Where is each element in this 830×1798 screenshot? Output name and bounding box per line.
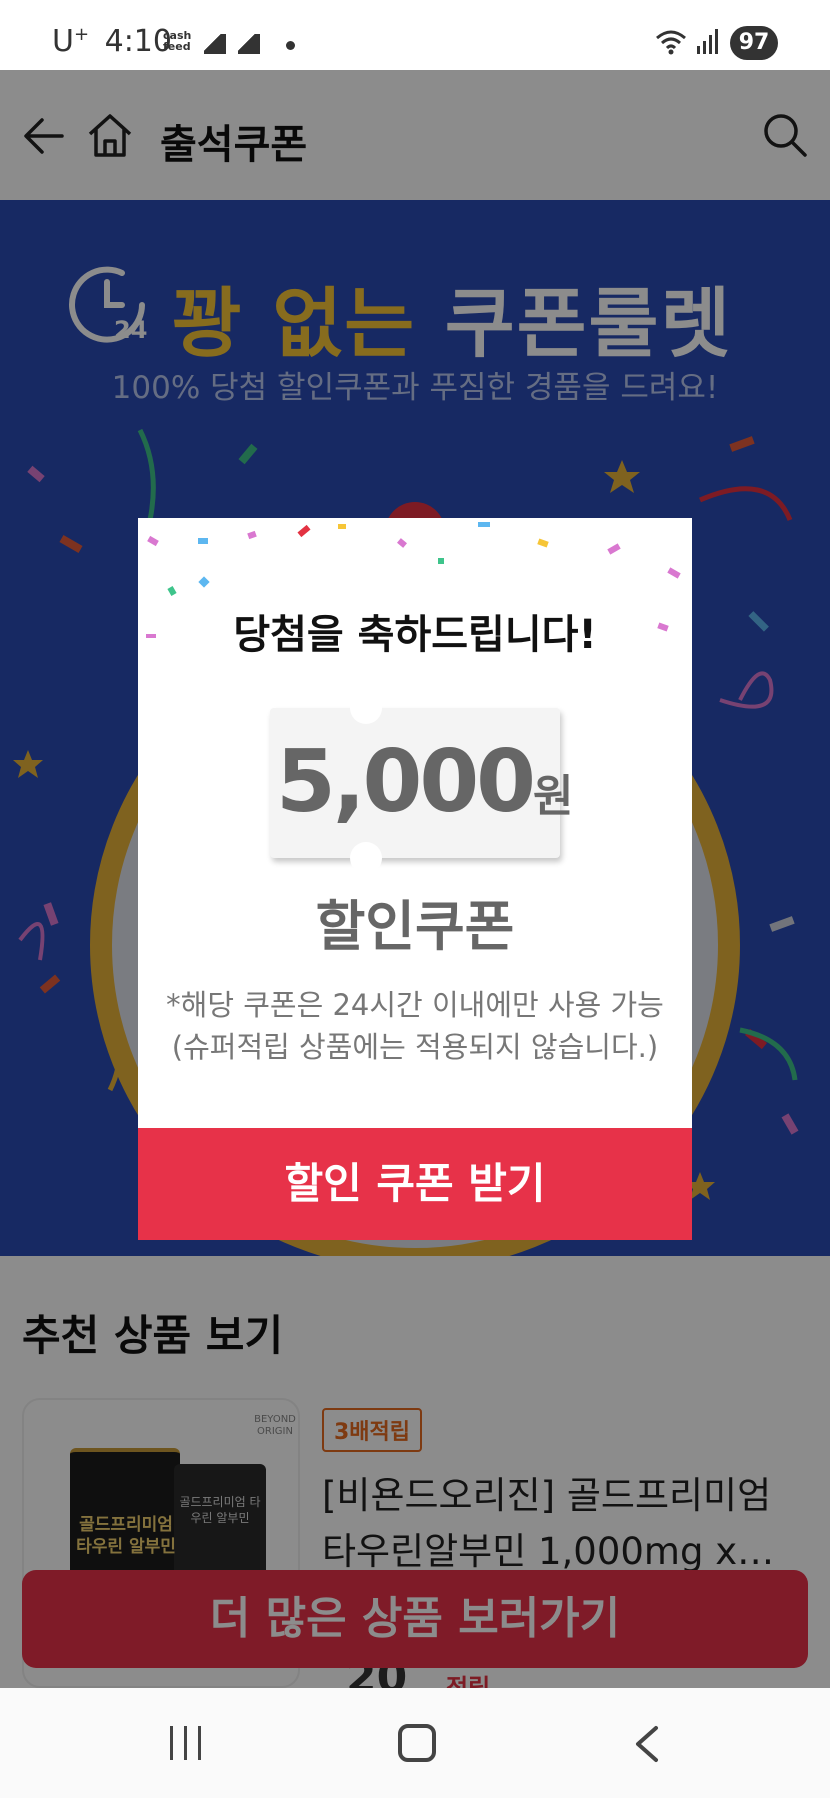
coupon-unit: 원 (533, 771, 574, 822)
dialog-title: 당첨을 축하드립니다! (233, 612, 597, 658)
battery-indicator: 97 (730, 26, 778, 60)
coupon-ticket: 5,000원 (270, 692, 574, 874)
coupon-amount: 5,000원 (276, 732, 574, 832)
status-bar: U+ 4:10 cash feed 97 (0, 0, 830, 70)
recent-apps-icon[interactable] (168, 1724, 204, 1762)
coupon-type: 할인쿠폰 (315, 895, 515, 958)
cashfeed-notification-icon: cash feed (163, 29, 192, 53)
carrier-label: U+ 4:10 (52, 24, 172, 59)
system-nav-bar (0, 1688, 830, 1798)
notification-icons (204, 34, 272, 58)
coupon-notice: *해당 쿠폰은 24시간 이내에만 사용 가능 (슈퍼적립 상품에는 적용되지 … (166, 988, 664, 1064)
clock-time: 4:10 (104, 24, 172, 59)
signal-icon (697, 29, 718, 54)
coupon-win-dialog: 당첨을 축하드립니다! 5,000원 할인쿠폰 *해당 쿠폰은 24시간 이내에… (138, 518, 692, 1240)
more-notifications-dot-icon (286, 41, 295, 50)
back-button-icon[interactable] (632, 1724, 662, 1764)
wifi-icon (656, 30, 686, 55)
home-button-icon[interactable] (398, 1724, 436, 1762)
claim-coupon-button[interactable]: 할인 쿠폰 받기 (138, 1128, 692, 1240)
